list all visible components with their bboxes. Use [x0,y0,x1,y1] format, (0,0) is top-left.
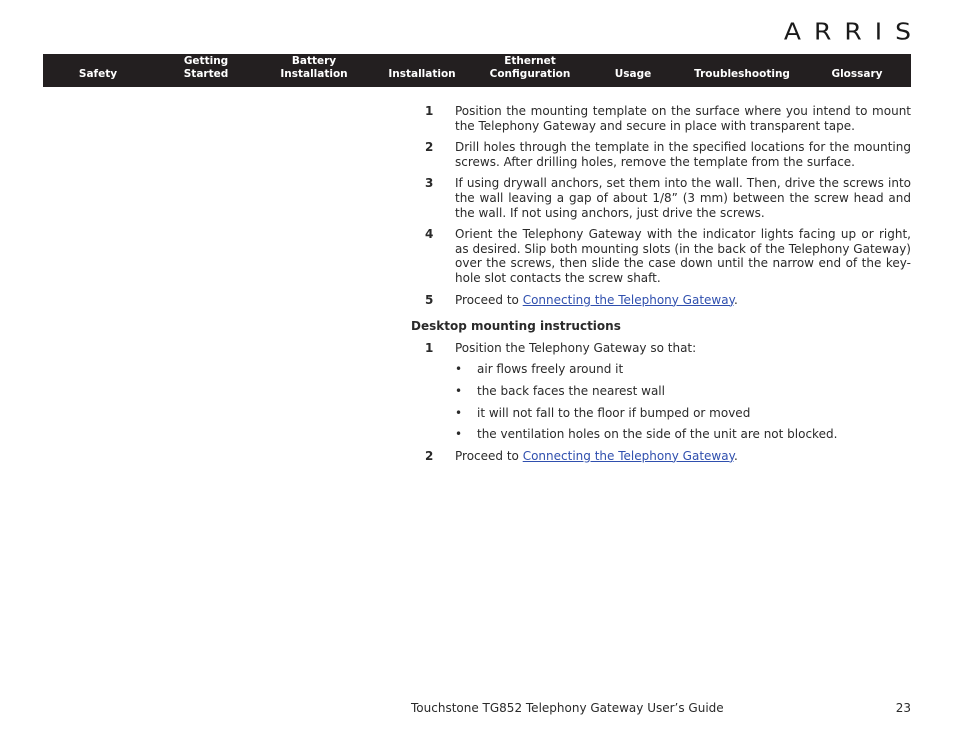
step-text-suffix: . [733,292,738,307]
bullet-icon: • [455,383,463,398]
step-text: Orient the Telephony Gateway with the in… [455,227,911,285]
nav-glossary[interactable]: Glossary [803,68,911,87]
connecting-gateway-link[interactable]: Connecting the Telephony Gateway [523,293,734,307]
page-number: 23 [895,701,911,715]
step-text: Proceed to Connecting the Telephony Gate… [455,293,911,308]
nav-label: Glossary [831,68,883,80]
step-text: Proceed to Connecting the Telephony Gate… [455,449,911,464]
step-number: 2 [425,140,434,155]
nav-label-line2: Started [183,68,229,80]
nav-bar: Safety Getting Started Battery Installat… [43,54,911,87]
bullet-icon: • [455,427,463,442]
wall-step-1: 1 Position the mounting template on the … [411,104,911,133]
nav-getting-started[interactable]: Getting Started [153,55,259,87]
nav-label: Troubleshooting [694,68,790,80]
bullet-text: the back faces the nearest wall [477,383,665,398]
step-number: 3 [425,176,434,191]
bullet-item: • air flows freely around it [411,362,911,377]
nav-label-line1: Getting [183,55,229,67]
bullet-icon: • [455,405,463,420]
bullet-text: air flows freely around it [477,362,624,377]
step-number: 1 [425,104,434,118]
nav-label-line2: Installation [280,68,348,80]
step-text-prefix: Proceed to [455,292,523,307]
page-footer: Touchstone TG852 Telephony Gateway User’… [411,701,911,715]
bullet-text: the ventilation holes on the side of the… [477,427,838,442]
nav-safety[interactable]: Safety [43,68,153,87]
nav-label: Safety [78,68,118,80]
step-text-suffix: . [733,448,738,463]
wall-step-4: 4 Orient the Telephony Gateway with the … [411,227,911,285]
nav-ethernet-configuration[interactable]: Ethernet Configuration [475,55,585,87]
wall-step-3: 3 If using drywall anchors, set them int… [411,176,911,220]
step-number: 5 [425,292,434,307]
nav-battery-installation[interactable]: Battery Installation [259,55,369,87]
nav-label: Installation [388,68,456,80]
bullet-icon: • [455,362,463,377]
step-number: 1 [425,340,434,355]
step-text: Drill holes through the template in the … [455,140,911,169]
nav-label-line1: Ethernet [504,55,556,67]
nav-usage[interactable]: Usage [585,68,681,87]
bullet-item: • the back faces the nearest wall [411,384,911,399]
desktop-step-1: 1 Position the Telephony Gateway so that… [411,341,911,356]
desktop-step-2: 2 Proceed to Connecting the Telephony Ga… [411,449,911,464]
nav-troubleshooting[interactable]: Troubleshooting [681,68,803,87]
guide-title: Touchstone TG852 Telephony Gateway User’… [411,701,724,715]
wall-step-2: 2 Drill holes through the template in th… [411,140,911,169]
desktop-mounting-heading: Desktop mounting instructions [411,319,621,334]
step-text: If using drywall anchors, set them into … [455,176,911,220]
step-text: Position the Telephony Gateway so that: [455,340,697,355]
wall-step-5: 5 Proceed to Connecting the Telephony Ga… [411,293,911,308]
nav-installation[interactable]: Installation [369,68,475,87]
arris-logo: ARRIS [783,18,924,45]
step-text-prefix: Proceed to [455,448,523,463]
nav-label-line2: Configuration [489,68,571,80]
nav-label-line1: Battery [291,55,337,67]
nav-label: Usage [614,68,652,80]
connecting-gateway-link[interactable]: Connecting the Telephony Gateway [523,449,734,463]
bullet-item: • the ventilation holes on the side of t… [411,427,911,442]
main-content: 1 Position the mounting template on the … [411,104,911,470]
step-text: Position the mounting template on the su… [455,104,911,133]
step-number: 4 [425,227,434,242]
step-number: 2 [425,448,434,463]
bullet-item: • it will not fall to the floor if bumpe… [411,406,911,421]
bullet-text: it will not fall to the floor if bumped … [477,405,751,420]
